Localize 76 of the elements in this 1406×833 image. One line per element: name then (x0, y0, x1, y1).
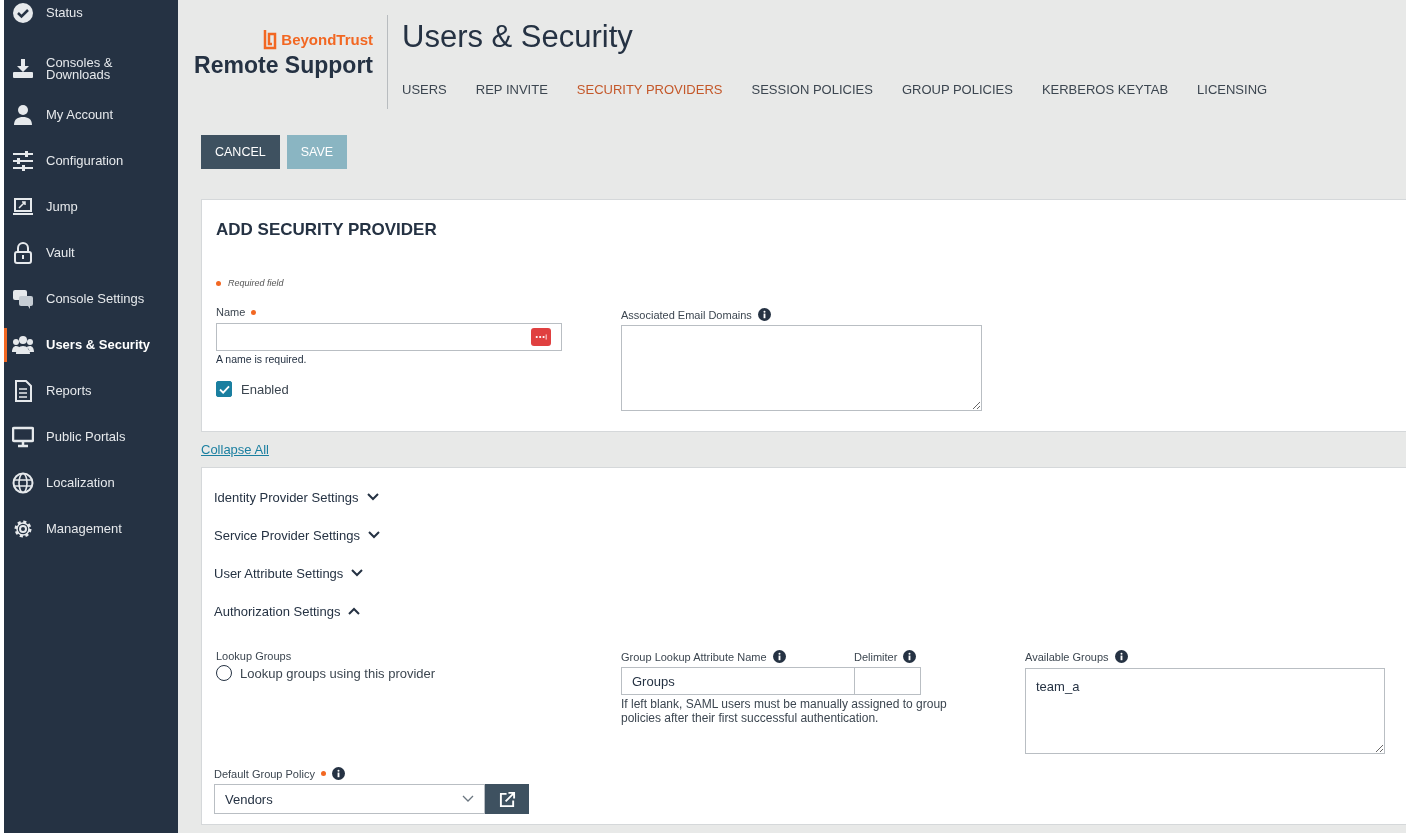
tab[interactable]: USERS (402, 82, 447, 97)
section-toggle[interactable]: Service Provider Settings (214, 516, 380, 554)
field-label: Group Lookup Attribute Name (621, 650, 848, 663)
sidebar-item[interactable]: Reports (4, 368, 178, 414)
delimiter-field[interactable] (855, 667, 921, 695)
chevron-down-icon (366, 493, 379, 501)
tab[interactable]: GROUP POLICIES (901, 82, 1013, 97)
info-icon[interactable] (903, 650, 917, 663)
available-groups-field[interactable]: team_a (1025, 668, 1385, 754)
product-name: Remote Support (194, 52, 373, 79)
tab[interactable]: SECURITY PROVIDERS (576, 82, 723, 97)
person-icon (12, 104, 34, 126)
monitor-icon (12, 426, 34, 448)
attribute-name-field[interactable]: Groups (621, 667, 855, 695)
required-dot (320, 771, 326, 776)
field-label: Name (216, 306, 246, 318)
required-dot (251, 309, 257, 315)
logo-icon (262, 28, 279, 50)
field-label: Delimiter (854, 650, 898, 663)
sidebar-item[interactable]: Public Portals (4, 414, 178, 460)
section-toggle[interactable]: Authorization Settings (214, 592, 361, 630)
email-domains-field[interactable] (621, 325, 982, 411)
sidebar-item[interactable]: Status (4, 0, 178, 36)
laptop-icon (12, 196, 34, 218)
sidebar-item[interactable]: Users & Security (4, 322, 178, 368)
tab[interactable]: REP INVITE (475, 82, 548, 97)
tab[interactable]: KERBEROS KEYTAB (1041, 82, 1169, 97)
field-label: Default Group Policy (214, 767, 315, 780)
help-text: If left blank, SAML users must be manually assigned to group policies after their first successful authentication. (621, 697, 948, 725)
sidebar-item[interactable]: Console Settings (4, 276, 178, 322)
info-icon[interactable] (1114, 650, 1128, 663)
chevron-down-icon (367, 531, 380, 539)
page-title: Users & Security (402, 19, 634, 55)
error-message: A name is required. (216, 353, 308, 365)
lock-icon (12, 242, 34, 264)
name-field[interactable] (216, 323, 562, 351)
required-dot (216, 280, 221, 286)
radio-label: Lookup groups using this provider (240, 665, 436, 681)
download-icon (12, 58, 34, 80)
document-icon (12, 380, 34, 402)
sliders-icon (12, 150, 34, 172)
sidebar-item[interactable]: Consoles & Downloads (4, 46, 178, 92)
sidebar-item[interactable]: Vault (4, 230, 178, 276)
checkbox[interactable] (216, 381, 232, 397)
caret-icon (462, 795, 474, 803)
section-toggle[interactable]: User Attribute Settings (214, 554, 364, 592)
form-title: ADD SECURITY PROVIDER (216, 220, 438, 240)
checkbox-label: Enabled (241, 381, 289, 397)
people-icon (12, 334, 34, 356)
info-icon[interactable] (757, 308, 771, 321)
section-toggle[interactable]: Identity Provider Settings (214, 478, 379, 516)
chevron-down-icon (351, 569, 364, 577)
cancel-button[interactable]: CANCEL (201, 135, 280, 169)
globe-icon (12, 472, 34, 494)
policy-dropdown[interactable]: Vendors (214, 784, 485, 814)
collapse-all-link[interactable]: Collapse All (201, 442, 269, 457)
gear-icon (12, 518, 34, 540)
field-label: Lookup Groups (216, 650, 292, 662)
info-icon[interactable] (772, 650, 786, 663)
field-label: Associated Email Domains (621, 308, 752, 321)
sidebar-item[interactable]: Management (4, 506, 178, 552)
sidebar-item[interactable]: Jump (4, 184, 178, 230)
sidebar-item[interactable]: My Account (4, 92, 178, 138)
external-link-icon (498, 790, 516, 808)
chat-icon (12, 288, 34, 310)
field-label: Available Groups (1025, 650, 1109, 663)
open-external-button[interactable] (485, 784, 529, 814)
password-manager-icon[interactable] (531, 328, 551, 346)
sidebar-item[interactable]: Localization (4, 460, 178, 506)
tab[interactable]: SESSION POLICIES (751, 82, 873, 97)
sidebar-item[interactable]: Configuration (4, 138, 178, 184)
chevron-up-icon (348, 607, 361, 615)
info-icon[interactable] (331, 767, 345, 780)
brand-name: BeyondTrust (281, 30, 373, 48)
tab[interactable]: LICENSING (1197, 82, 1268, 97)
required-note: Required field (228, 278, 284, 288)
